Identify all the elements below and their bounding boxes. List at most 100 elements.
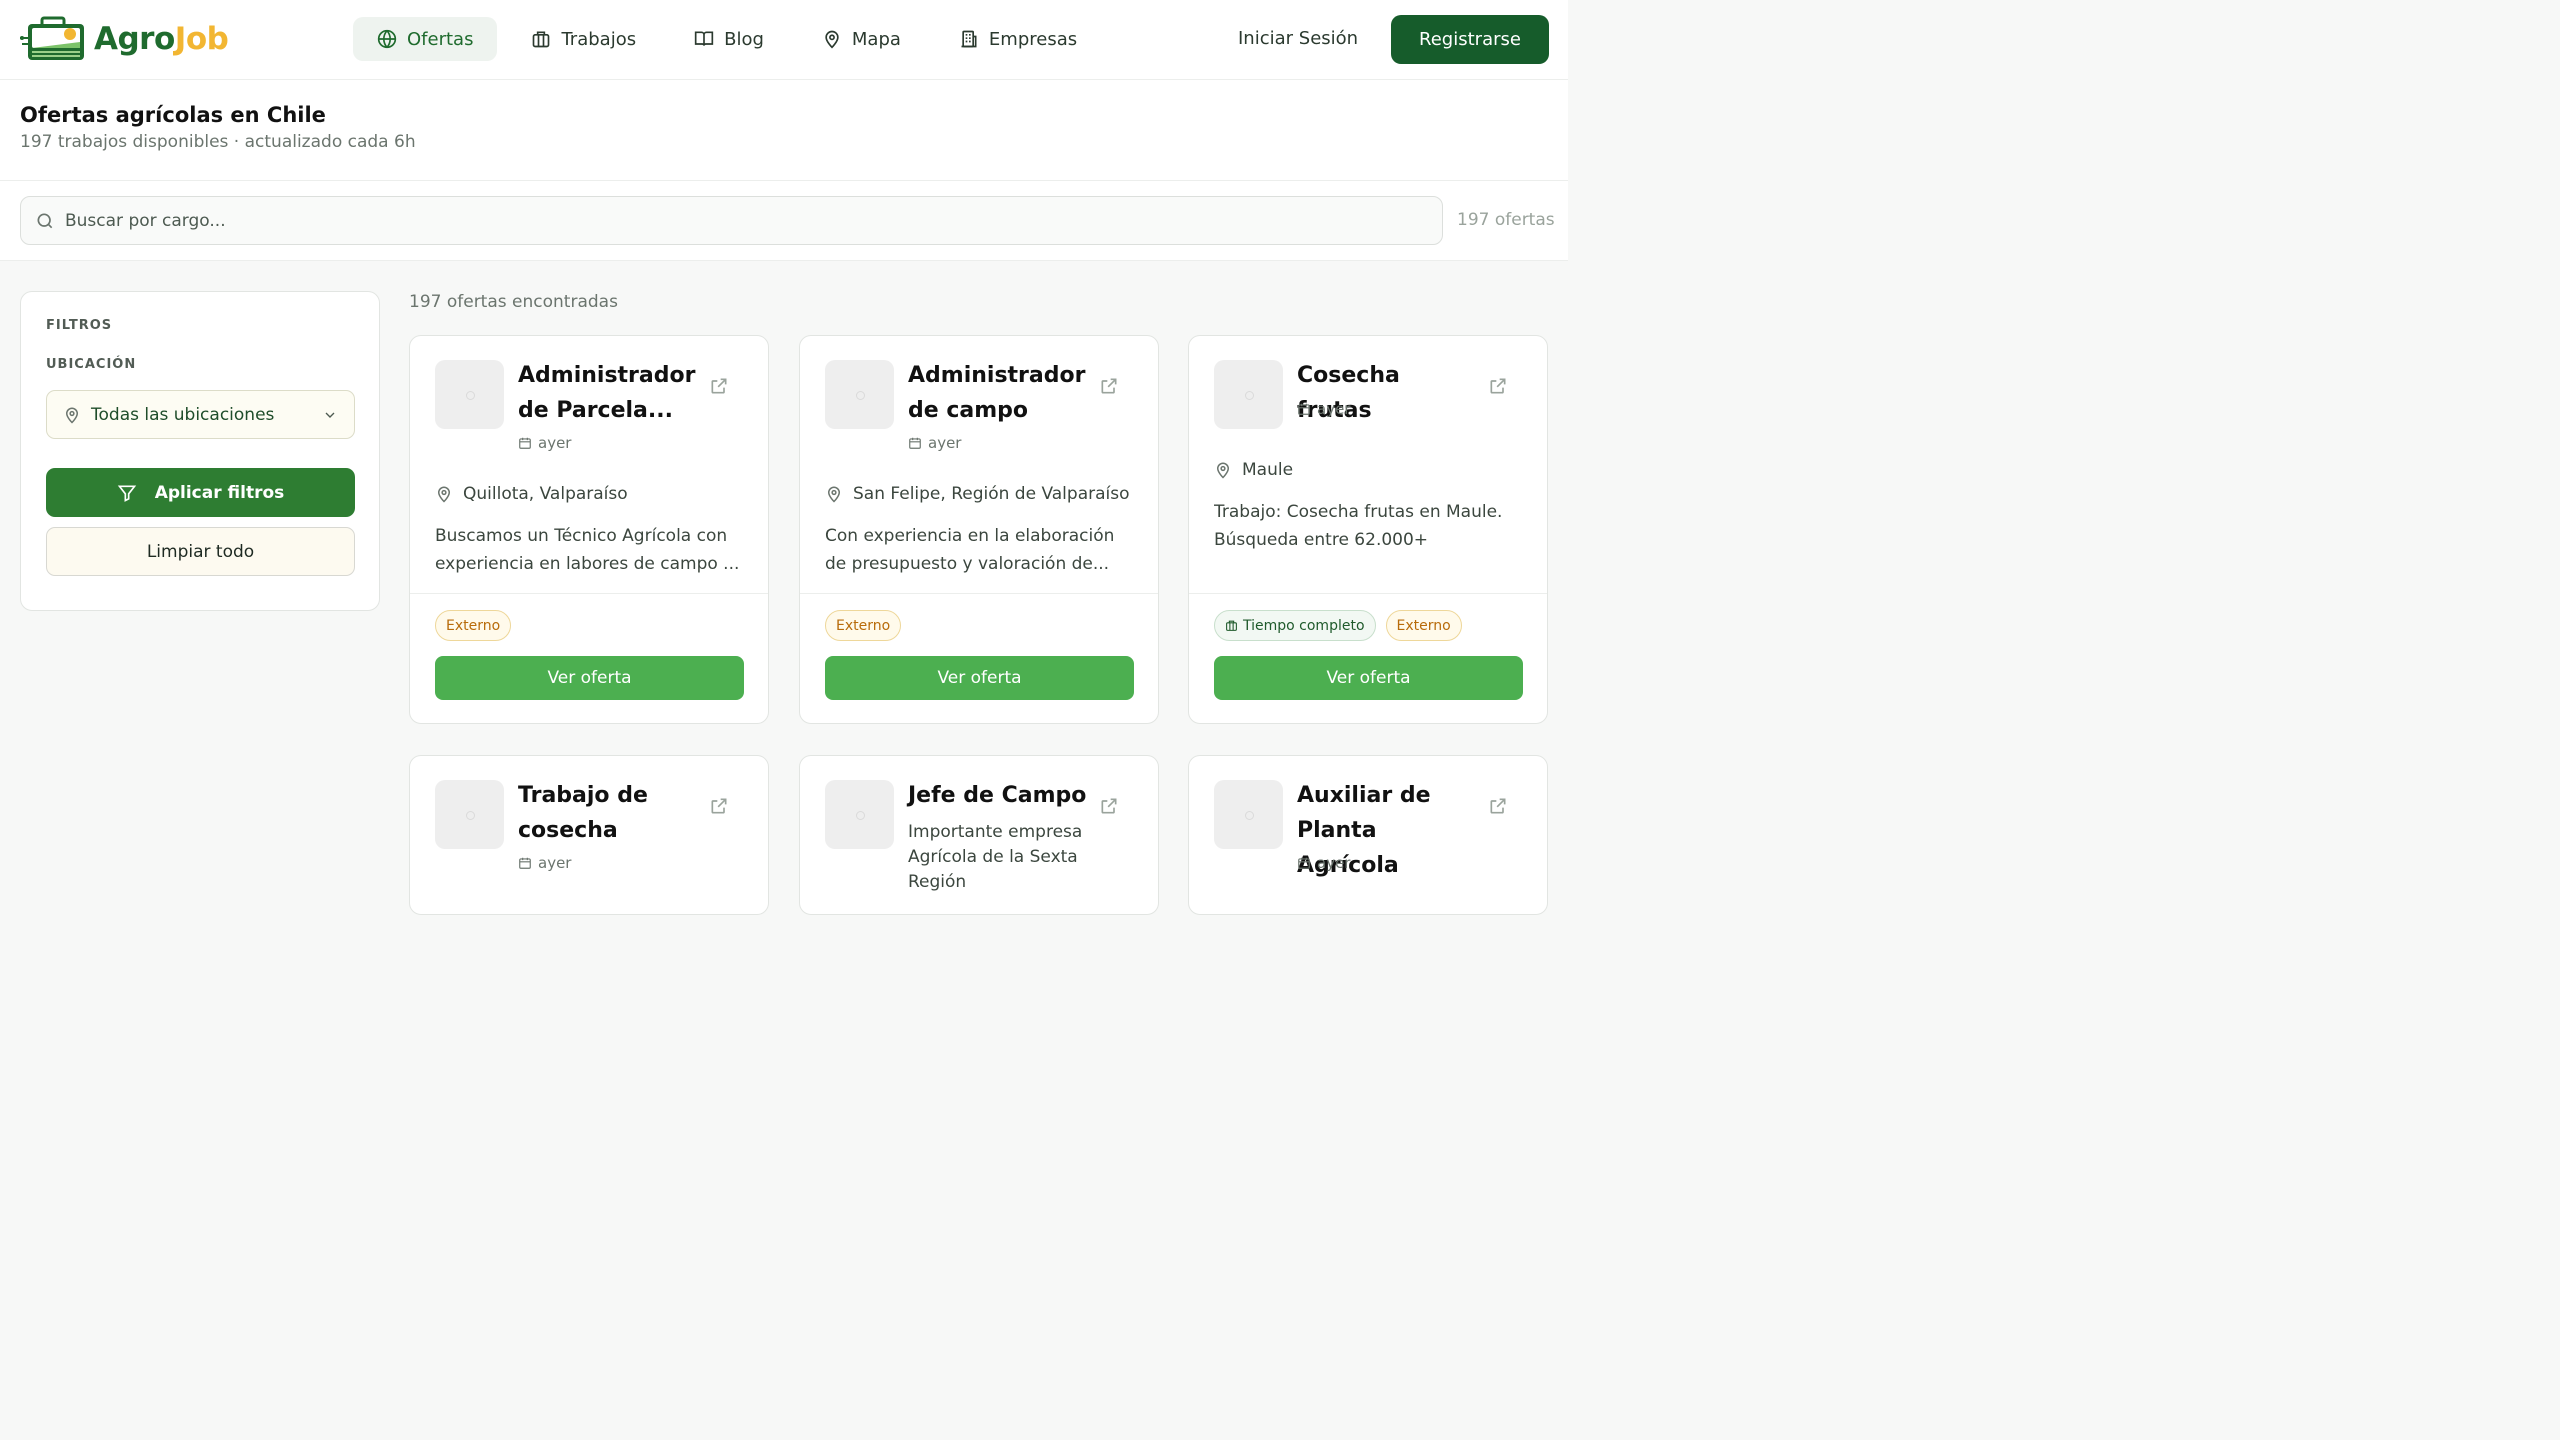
calendar-icon bbox=[1298, 857, 1310, 869]
external-link-icon[interactable] bbox=[1099, 376, 1119, 396]
job-card[interactable]: Jefe de Campo Importante empresa Agrícol… bbox=[799, 755, 1159, 915]
briefcase-icon bbox=[533, 31, 550, 48]
tag-external: Externo bbox=[435, 610, 512, 641]
nav-item-ofertas[interactable]: Ofertas bbox=[353, 17, 498, 61]
job-card[interactable]: Administrador de campo ayer San Felipe, … bbox=[799, 335, 1159, 724]
nav-item-mapa[interactable]: Mapa bbox=[798, 17, 925, 61]
tag-external: Externo bbox=[1385, 610, 1462, 641]
job-location: Quillota, Valparaíso bbox=[435, 484, 628, 504]
card-divider bbox=[800, 593, 1158, 594]
map-pin-icon bbox=[1216, 462, 1230, 479]
nav-item-trabajos[interactable]: Trabajos bbox=[507, 17, 660, 61]
location-select[interactable]: Todas las ubicaciones bbox=[46, 390, 355, 439]
top-header: AgroJob Ofertas Trabajos Blog Mapa Empre… bbox=[0, 0, 1568, 80]
filters-panel: FILTROS UBICACIÓN Todas las ubicaciones … bbox=[20, 291, 380, 611]
view-offer-button[interactable]: Ver oferta bbox=[435, 656, 744, 700]
job-card[interactable]: Auxiliar de Planta Agrícola ayer bbox=[1188, 755, 1548, 915]
filters-title: FILTROS bbox=[46, 318, 113, 333]
logo-icon bbox=[20, 16, 84, 60]
job-date-text: ayer bbox=[538, 434, 572, 452]
job-location-text: Quillota, Valparaíso bbox=[463, 484, 628, 504]
logo[interactable]: AgroJob bbox=[20, 16, 229, 62]
page-title: Ofertas agrícolas en Chile bbox=[20, 103, 326, 127]
job-location: Maule bbox=[1214, 460, 1293, 480]
clear-filters-button[interactable]: Limpiar todo bbox=[46, 527, 355, 576]
job-description: Con experiencia en la elaboración de pre… bbox=[825, 526, 1115, 574]
external-link-icon[interactable] bbox=[709, 376, 729, 396]
tag-job-type: Tiempo completo bbox=[1214, 610, 1376, 641]
external-link-icon[interactable] bbox=[1488, 376, 1508, 396]
view-offer-button[interactable]: Ver oferta bbox=[825, 656, 1134, 700]
job-tags: Externo bbox=[825, 610, 911, 641]
job-title[interactable]: Jefe de Campo bbox=[908, 778, 1088, 813]
nav-item-blog[interactable]: Blog bbox=[670, 17, 788, 61]
page-header: Ofertas agrícolas en Chile 197 trabajos … bbox=[0, 80, 1568, 181]
job-title[interactable]: Administrador de Parcela... bbox=[518, 358, 698, 428]
filter-icon bbox=[117, 485, 136, 502]
page-subtitle: 197 trabajos disponibles · actualizado c… bbox=[20, 132, 416, 152]
nav-label: Trabajos bbox=[561, 28, 637, 50]
tag-external: Externo bbox=[825, 610, 902, 641]
location-select-value: Todas las ubicaciones bbox=[91, 404, 275, 425]
nav-item-empresas[interactable]: Empresas bbox=[935, 17, 1101, 61]
globe-icon bbox=[377, 29, 397, 49]
calendar-icon bbox=[1298, 403, 1310, 415]
job-date: ayer bbox=[518, 434, 571, 452]
search-result-count: 197 ofertas bbox=[1457, 210, 1555, 230]
nav-label: Ofertas bbox=[407, 28, 474, 50]
calendar-icon bbox=[519, 857, 531, 869]
login-link[interactable]: Iniciar Sesión bbox=[1238, 28, 1358, 49]
job-date: ayer bbox=[1297, 854, 1350, 872]
card-divider bbox=[1189, 593, 1547, 594]
company-logo bbox=[435, 780, 504, 849]
job-card[interactable]: Trabajo de cosecha ayer bbox=[409, 755, 769, 915]
tag-job-type-label: Tiempo completo bbox=[1243, 617, 1365, 634]
location-label: UBICACIÓN bbox=[46, 357, 137, 372]
job-title[interactable]: Administrador de campo bbox=[908, 358, 1088, 428]
apply-filters-button[interactable]: Aplicar filtros bbox=[46, 468, 355, 517]
card-divider bbox=[410, 593, 768, 594]
job-card[interactable]: Cosecha frutas ayer Maule Trabajo: Cosec… bbox=[1188, 335, 1548, 724]
external-link-icon[interactable] bbox=[1099, 796, 1119, 816]
job-description: Trabajo: Cosecha frutas en Maule. Búsque… bbox=[1214, 502, 1503, 550]
job-date: ayer bbox=[518, 854, 571, 872]
company-logo bbox=[825, 780, 894, 849]
search-box[interactable] bbox=[20, 196, 1443, 245]
apply-filters-label: Aplicar filtros bbox=[154, 482, 285, 503]
map-pin-icon bbox=[825, 30, 839, 49]
search-bar: 197 ofertas bbox=[0, 181, 1568, 261]
job-date-text: ayer bbox=[928, 434, 962, 452]
job-date-text: ayer bbox=[1317, 854, 1351, 872]
job-location-text: Maule bbox=[1242, 460, 1294, 480]
briefcase-icon bbox=[1226, 620, 1237, 631]
map-pin-icon bbox=[65, 407, 79, 424]
external-link-icon[interactable] bbox=[1488, 796, 1508, 816]
job-date: ayer bbox=[908, 434, 961, 452]
job-title[interactable]: Trabajo de cosecha bbox=[518, 778, 698, 848]
job-tags: Externo bbox=[435, 610, 521, 641]
register-button[interactable]: Registrarse bbox=[1391, 15, 1549, 64]
company-name: Importante empresa Agrícola de la Sexta … bbox=[908, 822, 1083, 892]
map-pin-icon bbox=[827, 486, 841, 503]
job-location-text: San Felipe, Región de Valparaíso bbox=[853, 484, 1130, 504]
view-offer-button[interactable]: Ver oferta bbox=[1214, 656, 1523, 700]
company-logo bbox=[1214, 780, 1283, 849]
external-link-icon[interactable] bbox=[709, 796, 729, 816]
company-logo bbox=[435, 360, 504, 429]
company-logo bbox=[825, 360, 894, 429]
job-date: ayer bbox=[1297, 400, 1350, 418]
job-date-text: ayer bbox=[538, 854, 572, 872]
search-input[interactable] bbox=[65, 210, 1365, 231]
calendar-icon bbox=[519, 437, 531, 449]
logo-text-agro: Agro bbox=[94, 21, 175, 57]
chevron-down-icon bbox=[325, 412, 335, 418]
job-description: Buscamos un Técnico Agrícola con experie… bbox=[435, 526, 740, 574]
logo-text-job: Job bbox=[174, 21, 229, 57]
map-pin-icon bbox=[437, 486, 451, 503]
job-card[interactable]: Administrador de Parcela... ayer Quillot… bbox=[409, 335, 769, 724]
nav-label: Blog bbox=[724, 28, 764, 50]
building-icon bbox=[961, 30, 977, 48]
nav-label: Empresas bbox=[988, 28, 1078, 50]
results-count: 197 ofertas encontradas bbox=[409, 292, 618, 312]
calendar-icon bbox=[909, 437, 921, 449]
